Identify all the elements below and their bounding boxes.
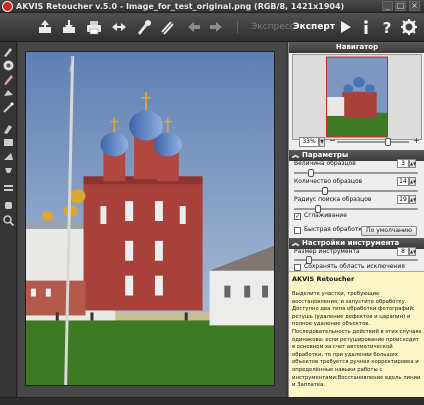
run-icon[interactable] [336, 18, 354, 36]
help-text: Выделите участки, требующие восстановлен… [292, 291, 422, 389]
zoom-slider[interactable] [337, 138, 409, 146]
main-toolbar: Экспресс Эксперт ? [0, 13, 424, 42]
minimize-button[interactable]: _ [382, 1, 393, 11]
zoom-input[interactable]: 33% [299, 137, 319, 147]
tool-size-input[interactable]: 8 [397, 247, 409, 256]
navigator-title: Навигатор [335, 43, 379, 51]
separator-icon [237, 21, 238, 33]
zoom-in-icon[interactable]: + [413, 136, 420, 146]
sample-size-slider[interactable] [294, 169, 418, 177]
mode-express-tab[interactable]: Экспресс [251, 21, 295, 33]
search-radius-spin-icon[interactable]: ▲▼ [409, 195, 416, 204]
sample-size-handle[interactable] [308, 169, 314, 177]
settings-icon[interactable] [135, 18, 153, 36]
zoom-icon[interactable] [2, 214, 15, 227]
help-panel: AKVIS Retoucher Выделите участки, требую… [289, 271, 424, 397]
open-icon[interactable] [36, 18, 54, 36]
akvis-logo-icon [2, 1, 13, 12]
smoothing-checkbox[interactable]: ✓ [294, 213, 301, 220]
eraser-icon[interactable] [2, 59, 15, 72]
search-radius-label: Радиус поиска образцов [294, 196, 372, 203]
retoucher-window: AKVIS Retoucher v.5.0 - Image_for_test_o… [0, 0, 424, 405]
sample-size-spin-icon[interactable]: ▲▼ [409, 159, 416, 168]
keep-exclusion-label: Сохранять область исключения [304, 263, 405, 270]
zoom-out-icon[interactable]: − [329, 136, 336, 146]
svg-text:?: ? [383, 19, 392, 36]
blur-icon[interactable] [2, 182, 15, 195]
smudge-icon[interactable] [2, 166, 15, 179]
zoom-slider-handle[interactable] [385, 138, 391, 146]
fast-processing-checkbox[interactable] [294, 227, 301, 234]
print-icon[interactable] [85, 18, 103, 36]
redo-icon[interactable] [207, 18, 225, 36]
sample-size-input[interactable]: 3 [397, 159, 409, 168]
tools-panel [0, 42, 17, 397]
lasso-icon[interactable] [2, 87, 15, 100]
brush-icon[interactable] [2, 45, 15, 58]
sample-count-handle[interactable] [322, 187, 328, 195]
search-radius-slider[interactable] [294, 205, 418, 213]
mode-expert-tab[interactable]: Эксперт [293, 21, 335, 33]
search-radius-input[interactable]: 19 [397, 195, 409, 204]
plugin-settings-icon[interactable] [158, 18, 176, 36]
info-icon[interactable] [357, 18, 375, 36]
sample-size-label: Величина образцов [294, 160, 356, 167]
fast-processing-label: Быстрая обработка [304, 226, 366, 233]
magic-wand-icon[interactable] [2, 101, 15, 114]
help-icon[interactable]: ? [378, 18, 396, 36]
sample-count-slider[interactable] [294, 187, 418, 195]
navigator-preview[interactable] [292, 54, 422, 140]
navigator-header: Навигатор [289, 42, 424, 53]
photo-image [25, 51, 275, 386]
plugin-icon[interactable] [110, 18, 128, 36]
save-icon[interactable] [60, 18, 78, 36]
undo-icon[interactable] [185, 18, 203, 36]
image-canvas[interactable] [18, 42, 286, 397]
default-button[interactable]: По умолчанию [361, 226, 417, 236]
settings-panel: Навигатор 33% ▼ − + ︽ Параметры Величина… [288, 42, 424, 397]
selection-brush-icon[interactable] [2, 73, 15, 86]
hand-icon[interactable] [2, 198, 15, 211]
patch-icon[interactable] [2, 136, 15, 149]
sample-count-label: Количество образцов [294, 178, 363, 185]
chameleon-brush-icon[interactable] [2, 150, 15, 163]
keep-exclusion-checkbox[interactable] [294, 264, 301, 271]
maximize-button[interactable]: □ [395, 1, 406, 11]
preferences-icon[interactable] [400, 18, 418, 36]
sample-count-input[interactable]: 14 [397, 177, 409, 186]
tool-size-spin-icon[interactable]: ▲▼ [409, 247, 416, 256]
zoom-dropdown-icon[interactable]: ▼ [319, 137, 325, 147]
window-title: AKVIS Retoucher v.5.0 - Image_for_test_o… [16, 2, 345, 11]
help-title: AKVIS Retoucher [292, 275, 355, 283]
close-button[interactable]: × [409, 1, 420, 11]
status-bar [0, 397, 424, 405]
title-bar: AKVIS Retoucher v.5.0 - Image_for_test_o… [0, 0, 424, 13]
smoothing-label: Сглаживание [304, 212, 347, 219]
clone-stamp-icon[interactable] [2, 122, 15, 135]
tool-size-slider[interactable] [294, 256, 418, 264]
sample-count-spin-icon[interactable]: ▲▼ [409, 177, 416, 186]
tool-size-label: Размер инструмента [294, 248, 360, 255]
